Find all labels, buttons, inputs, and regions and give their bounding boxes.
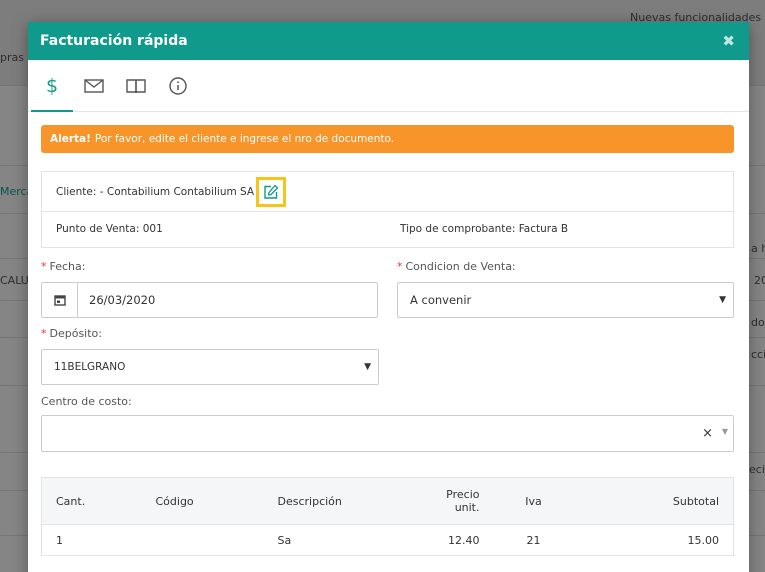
book-icon xyxy=(126,78,146,93)
caret-down-icon: ▼ xyxy=(721,427,728,436)
client-info-box: Cliente: - Contabilium Contabilium SA Pu… xyxy=(41,171,734,248)
close-icon[interactable]: ✖ xyxy=(722,32,735,50)
items-table: Cant. Código Descripción Precio unit. Iv… xyxy=(41,477,734,556)
sale-condition-value: A convenir xyxy=(410,293,472,307)
calendar-icon[interactable] xyxy=(42,283,78,317)
cost-center-select[interactable]: × ▼ xyxy=(41,415,734,452)
cell-subtotal: 15.00 xyxy=(687,533,720,547)
edit-icon xyxy=(264,184,279,199)
point-of-sale-label: Punto de Venta: 001 xyxy=(56,223,163,235)
header-quantity: Cant. xyxy=(41,477,142,525)
cell-unit-price: 12.40 xyxy=(448,533,480,547)
info-icon xyxy=(169,76,187,95)
quick-invoice-modal: Facturación rápida ✖ $ Alerta! Por favor… xyxy=(28,22,749,572)
caret-down-icon: ▼ xyxy=(719,295,726,305)
tab-book[interactable] xyxy=(115,60,157,111)
warehouse-select[interactable]: 11BELGRANO ▼ xyxy=(41,349,379,385)
header-unit-price: Precio unit. xyxy=(413,477,494,525)
alert-banner: Alerta! Por favor, edite el cliente e in… xyxy=(41,125,734,153)
cell-description: Sa xyxy=(277,533,292,547)
header-code: Código xyxy=(141,477,264,525)
header-subtotal: Subtotal xyxy=(573,477,734,525)
tab-email[interactable] xyxy=(73,60,115,111)
cell-code xyxy=(142,525,264,556)
warehouse-label: * Depósito: xyxy=(41,327,102,340)
date-field[interactable]: 26/03/2020 xyxy=(41,282,378,318)
cost-center-label: Centro de costo: xyxy=(41,395,132,408)
tab-billing[interactable]: $ xyxy=(31,60,73,112)
header-description: Descripción xyxy=(263,477,414,525)
table-header-row: Cant. Código Descripción Precio unit. Iv… xyxy=(41,477,734,525)
date-label: * Fecha: xyxy=(41,260,86,273)
envelope-icon xyxy=(84,78,104,93)
table-row[interactable]: 1 Sa 12.40 21 15.00 xyxy=(42,525,734,556)
cell-quantity: 1 xyxy=(56,533,63,547)
modal-title: Facturación rápida xyxy=(40,33,188,49)
clear-icon[interactable]: × xyxy=(702,426,713,441)
caret-down-icon: ▼ xyxy=(364,362,371,372)
sale-condition-select[interactable]: A convenir ▼ xyxy=(397,282,734,318)
alert-message: Por favor, edite el cliente e ingrese el… xyxy=(94,133,395,145)
sale-condition-label: * Condicion de Venta: xyxy=(397,260,516,273)
modal-tabs: $ xyxy=(28,60,749,112)
alert-strong: Alerta! xyxy=(50,133,91,145)
header-vat: Iva xyxy=(493,477,574,525)
edit-client-button[interactable] xyxy=(256,176,287,207)
client-label: Cliente: - Contabilium Contabilium SA xyxy=(56,185,255,198)
client-row: Cliente: - Contabilium Contabilium SA xyxy=(42,172,733,212)
voucher-type-label: Tipo de comprobante: Factura B xyxy=(400,223,569,235)
invoice-info-row: Punto de Venta: 001 Tipo de comprobante:… xyxy=(42,212,733,248)
warehouse-value: 11BELGRANO xyxy=(54,361,126,373)
cell-vat: 21 xyxy=(526,533,541,547)
date-value: 26/03/2020 xyxy=(89,293,156,307)
modal-header: Facturación rápida ✖ xyxy=(28,22,749,60)
dollar-icon: $ xyxy=(45,74,59,97)
tab-info[interactable] xyxy=(157,60,199,111)
